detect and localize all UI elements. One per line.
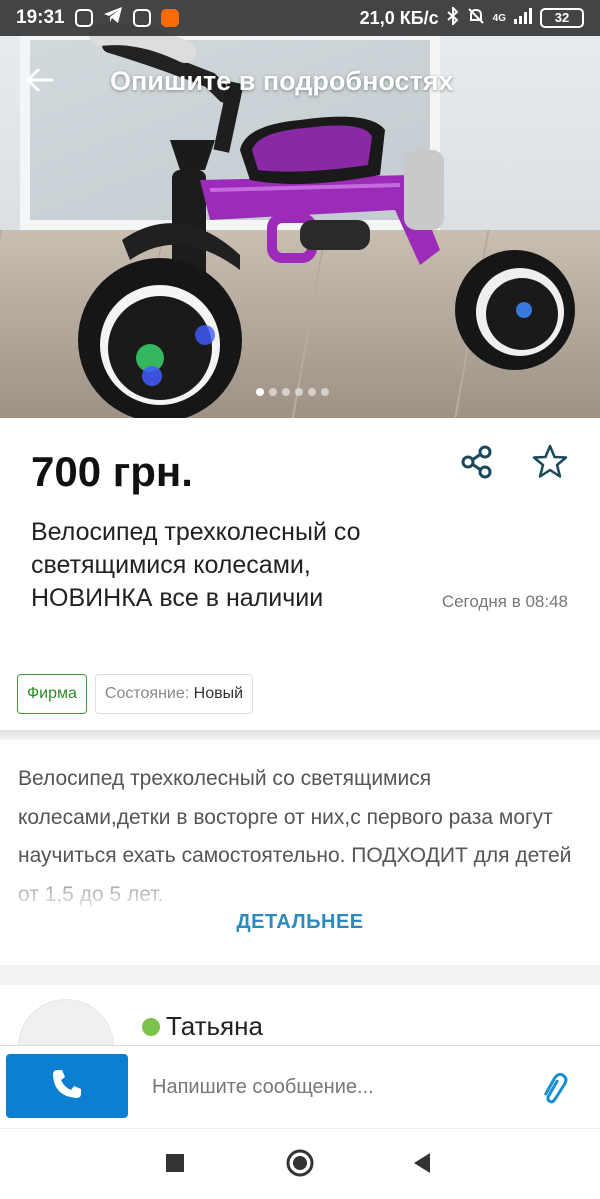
triangle-back-icon — [412, 1152, 432, 1179]
screen: 19:31 21,0 КБ/с 4G 32 Опишите в подробно… — [0, 0, 600, 1199]
status-right: 21,0 КБ/с 4G 32 — [359, 5, 584, 30]
message-bar — [0, 1045, 600, 1128]
condition-value: Новый — [193, 685, 244, 702]
gallery-dot[interactable] — [269, 388, 277, 396]
instagram-icon — [132, 9, 151, 27]
network-speed: 21,0 КБ/с — [359, 7, 439, 28]
favorite-button[interactable] — [528, 440, 572, 484]
online-status-icon — [142, 1018, 160, 1036]
mi-app-icon — [160, 9, 179, 27]
description-section: Велосипед трехколесный со светящимися ко… — [0, 740, 600, 965]
share-icon — [456, 445, 500, 488]
more-details-link[interactable]: ДЕТАЛЬНЕЕ — [0, 911, 600, 934]
home-button[interactable] — [282, 1147, 318, 1183]
arrow-left-icon — [26, 62, 54, 101]
home-circle-icon — [285, 1148, 315, 1183]
toolbar-title: Опишите в подробностях — [110, 65, 454, 96]
phone-icon — [50, 1067, 84, 1106]
attach-button[interactable] — [538, 1070, 574, 1104]
system-back-button[interactable] — [404, 1147, 440, 1183]
call-button[interactable] — [6, 1054, 128, 1118]
square-icon — [166, 1153, 184, 1177]
ad-price: 700 грн. — [31, 448, 193, 495]
bluetooth-icon — [446, 5, 459, 30]
mute-bell-icon — [467, 7, 485, 30]
battery-icon: 32 — [540, 8, 584, 28]
recents-button[interactable] — [157, 1147, 193, 1183]
paperclip-icon — [538, 1072, 574, 1108]
gallery-dot[interactable] — [256, 388, 264, 396]
message-input[interactable] — [140, 1056, 530, 1118]
telegram-icon — [103, 6, 123, 30]
gallery-dot[interactable] — [308, 388, 316, 396]
gallery-dot[interactable] — [295, 388, 303, 396]
condition-label: Состояние: — [104, 685, 190, 702]
signal-strength: 4G — [492, 12, 506, 24]
star-icon — [528, 444, 572, 488]
signal-bars-icon — [514, 7, 532, 29]
section-divider — [0, 965, 600, 985]
gallery-dot[interactable] — [321, 388, 329, 396]
status-time: 19:31 — [16, 7, 65, 28]
instagram-icon — [74, 9, 93, 27]
ad-info: 700 грн. Велосипед трехколесный со светя… — [0, 418, 600, 736]
status-left: 19:31 — [16, 6, 179, 30]
status-bar: 19:31 21,0 КБ/с 4G 32 — [0, 0, 600, 36]
gallery-dots — [256, 388, 329, 396]
badge-condition: Состояние: Новый — [94, 674, 254, 714]
badge-firm: Фирма — [17, 674, 87, 714]
ad-title: Велосипед трехколесный со светящимися ко… — [31, 518, 361, 612]
ad-badges: Фирма Состояние: Новый — [17, 674, 254, 714]
gallery-dot[interactable] — [282, 388, 290, 396]
seller-name: Татьяна — [166, 1011, 263, 1041]
section-divider — [0, 730, 600, 740]
posted-time: Сегодня в 08:48 — [441, 592, 568, 611]
system-nav-bar — [0, 1128, 600, 1199]
back-button[interactable] — [0, 36, 80, 126]
share-button[interactable] — [456, 440, 500, 484]
top-toolbar: Опишите в подробностях — [0, 36, 600, 126]
